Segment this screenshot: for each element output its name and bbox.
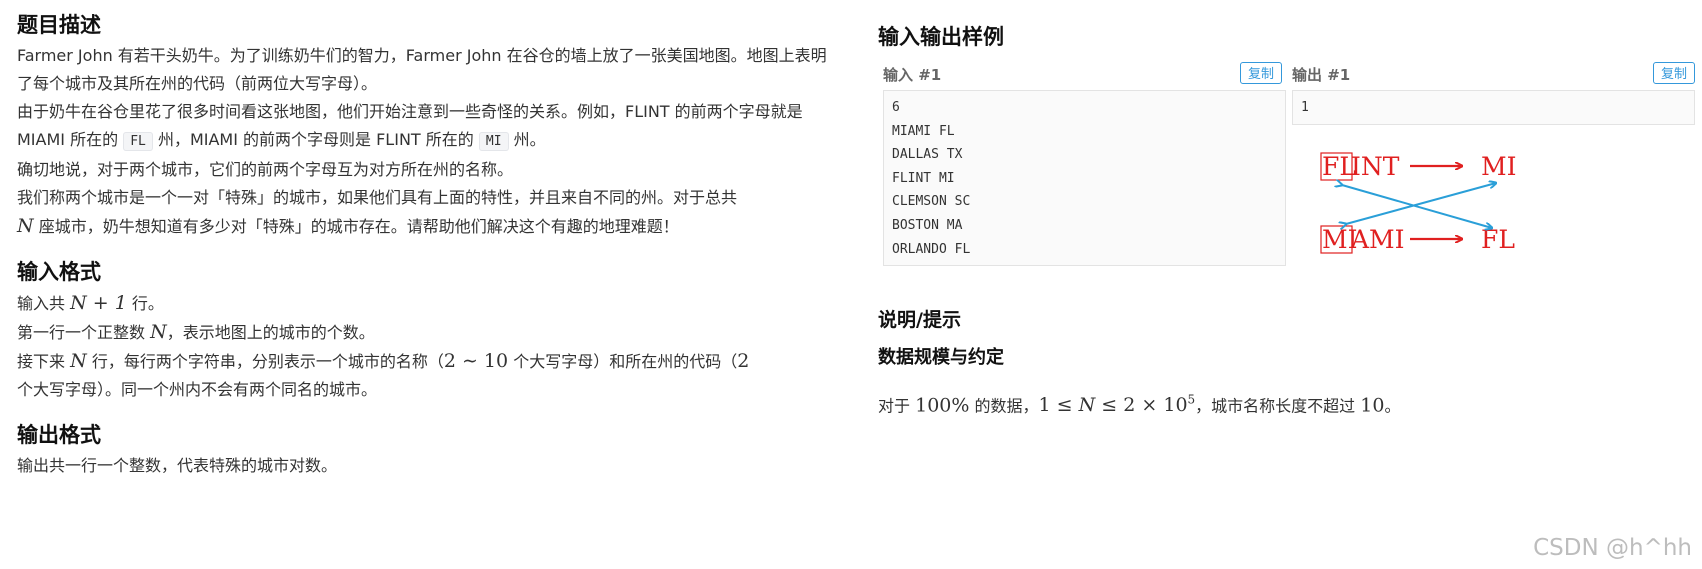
state-fl: FL (1481, 225, 1515, 254)
input-sample-line: ORLANDO FL (892, 241, 971, 257)
text: 第一行一个正整数 (17, 323, 146, 342)
output-format-text: 输出共一行一个整数，代表特殊的城市对数。 (17, 456, 338, 475)
text: ，表示地图上的城市的个数。 (166, 323, 375, 342)
city-relation-figure: FL INT MI MI AMI FL (1320, 152, 1516, 254)
output-sample-line: 1 (1301, 100, 1309, 115)
input-format-heading: 输入格式 (17, 260, 101, 284)
text: 接下来 (17, 352, 66, 371)
output-sample-box: 1 (1292, 90, 1695, 125)
input-sample-box: 6 MIAMI FL DALLAS TX FLINT MI CLEMSON SC BOST… (883, 90, 1286, 266)
text: 个大写字母）。同一个州内不会有两个同名的城市。 (17, 380, 378, 399)
description-heading: 题目描述 (17, 13, 101, 37)
miami-rest: AMI (1350, 225, 1405, 254)
p4-text-b: 座城市，奶牛想知道有多少对「特殊」的城市存在。请帮助他们解决这个有趣的地理难题！ (38, 217, 679, 236)
text: 行。 (131, 294, 164, 313)
input-sample-line: CLEMSON SC (892, 194, 971, 210)
samples-heading: 输入输出样例 (878, 25, 1004, 49)
math-ten: 10 (1360, 394, 1385, 417)
text: 的数据， (974, 396, 1039, 416)
input-format-line-1: 输入共 N + 1 行。 (17, 289, 837, 318)
inline-code-fl: FL (123, 132, 153, 151)
right-column: 输入输出样例 输入 #1 复制 输出 #1 复制 6 MIAMI FL DALLAS… (878, 20, 1698, 420)
input-sample-line: BOSTON MA (892, 217, 963, 233)
hints-subheading: 数据规模与约定 (878, 347, 1004, 368)
p4-text-a: 我们称两个城市是一个一对「特殊」的城市，如果他们具有上面的特性，并且来自不同的州… (17, 188, 738, 207)
text: 行，每行两个字符串，分别表示一个城市的名称（ (91, 352, 444, 371)
hints-text: 对于 100% 的数据，1 ≤ N ≤ 2 × 105，城市名称长度不超过 10… (878, 386, 1698, 420)
text: ，城市名称长度不超过 (1195, 396, 1356, 416)
input-sample-line: MIAMI FL (892, 123, 955, 139)
flint-rest: INT (1351, 152, 1400, 181)
sample-area: 输入 #1 复制 输出 #1 复制 6 MIAMI FL DALLAS TX FLIN… (878, 60, 1698, 300)
text: 。 (1384, 396, 1401, 416)
math-n: N (17, 215, 34, 237)
description-paragraph-2: 由于奶牛在谷仓里花了很多时间看这张地图，他们开始注意到一些奇怪的关系。例如，FL… (17, 98, 837, 156)
p2-text-c: 州。 (513, 130, 546, 149)
input-sample-line: FLINT MI (892, 170, 955, 186)
input-sample-label: 输入 #1 (883, 66, 942, 84)
p2-text-b: 州，MIAMI 的前两个字母则是 FLINT 所在的 (157, 130, 474, 149)
state-mi: MI (1481, 152, 1516, 181)
copy-output-button[interactable]: 复制 (1653, 62, 1696, 84)
output-sample-label: 输出 #1 (1292, 66, 1351, 84)
math-n: N (150, 321, 167, 343)
text: 对于 (878, 396, 911, 416)
text: 输入共 (17, 294, 66, 313)
math-two: 2 (737, 350, 750, 372)
input-sample-line: DALLAS TX (892, 147, 963, 163)
left-column: 题目描述 Farmer John 有若干头奶牛。为了训练奶牛们的智力，Farme… (17, 8, 837, 480)
math-n-plus-1: N + 1 (70, 292, 127, 314)
math-constraint: 1 ≤ N ≤ 2 × 105 (1038, 393, 1196, 417)
description-paragraph-4: 我们称两个城市是一个一对「特殊」的城市，如果他们具有上面的特性，并且来自不同的州… (17, 184, 837, 241)
inline-code-mi: MI (478, 132, 509, 151)
math-100-percent: 100% (915, 394, 970, 417)
cross-arrow-1 (1342, 185, 1492, 228)
math-range: 2 ∼ 10 (443, 350, 509, 372)
input-format-line-2: 第一行一个正整数 N，表示地图上的城市的个数。 (17, 318, 837, 347)
input-sample-line: 6 (892, 100, 900, 115)
csdn-watermark: CSDN @h^hh (1533, 535, 1692, 561)
text: 个大写字母）和所在州的代码（ (513, 352, 738, 371)
output-format-heading: 输出格式 (17, 423, 101, 447)
math-n: N (70, 350, 87, 372)
description-paragraph-1: Farmer John 有若干头奶牛。为了训练奶牛们的智力，Farmer Joh… (17, 46, 827, 93)
copy-input-button[interactable]: 复制 (1240, 62, 1283, 84)
input-format-line-3: 接下来 N 行，每行两个字符串，分别表示一个城市的名称（2 ∼ 10 个大写字母… (17, 347, 837, 404)
hints-heading: 说明/提示 (878, 309, 961, 331)
description-paragraph-3: 确切地说，对于两个城市，它们的前两个字母互为对方所在州的名称。 (17, 160, 514, 179)
cross-arrow-2 (1346, 183, 1496, 224)
